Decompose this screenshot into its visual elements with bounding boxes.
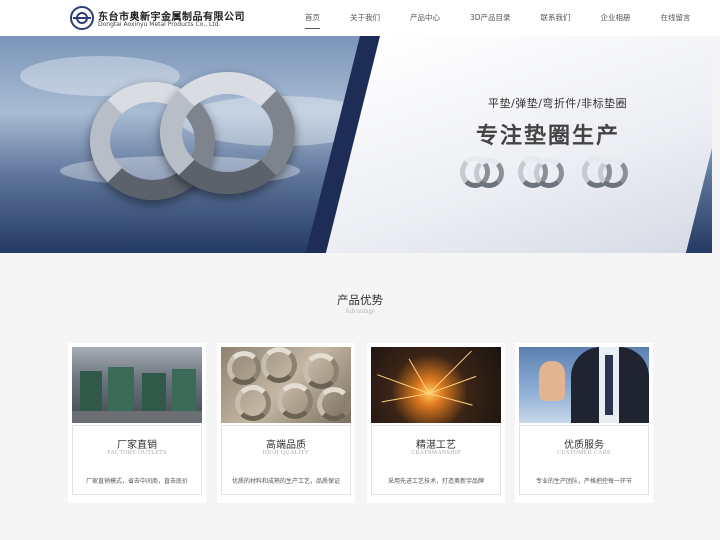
advantage-card-quality[interactable]: 高端品质 HIGH QUALITY 优质的材料和成熟的生产工艺，品质保证 bbox=[217, 343, 355, 503]
card-description: 厂家直销模式，省去中间商，直击底价 bbox=[85, 478, 188, 485]
card-body: 高端品质 HIGH QUALITY 优质的材料和成熟的生产工艺，品质保证 bbox=[221, 425, 351, 495]
card-subtitle: HIGH QUALITY bbox=[262, 450, 310, 456]
section-subtitle: Advantage bbox=[344, 307, 376, 315]
card-body: 精湛工艺 CRAFSMANSHIP 采用先进工艺技术，打造奥新宇品牌 bbox=[371, 425, 501, 495]
card-body: 优质服务 CUSTOMER CARE 专业的生产团队，严格把控每一环节 bbox=[519, 425, 649, 495]
nav-item-album[interactable]: 企业相册 bbox=[586, 0, 646, 36]
card-subtitle: FACTORY OUTLETS bbox=[107, 450, 167, 456]
hero-banner[interactable]: 平垫/弹垫/弯折件/非标垫圈 专注垫圈生产 bbox=[0, 36, 712, 253]
card-subtitle: CUSTOMER CARE bbox=[557, 450, 611, 456]
site-header: 东台市奥新宇金属制品有限公司 Dongtai Aoxinyu Metal Pro… bbox=[0, 0, 720, 36]
section-title: 产品优势 bbox=[337, 293, 383, 307]
company-name-en: Dongtai Aoxinyu Metal Products Co., Ltd. bbox=[98, 21, 221, 28]
metal-washers-image bbox=[221, 347, 351, 423]
advantage-card-factory[interactable]: 厂家直销 FACTORY OUTLETS 厂家直销模式，省去中间商，直击底价 bbox=[68, 343, 206, 503]
company-logo-icon[interactable] bbox=[70, 6, 94, 30]
spring-washer-large-icon bbox=[160, 72, 295, 194]
advantage-card-service[interactable]: 优质服务 CUSTOMER CARE 专业的生产团队，严格把控每一环节 bbox=[515, 343, 653, 503]
card-subtitle: CRAFSMANSHIP bbox=[411, 450, 461, 456]
card-title: 高端品质 bbox=[266, 440, 306, 451]
nav-item-about[interactable]: 关于我们 bbox=[335, 0, 395, 36]
factory-machines-image bbox=[72, 347, 202, 423]
nav-item-contact[interactable]: 联系我们 bbox=[526, 0, 586, 36]
advantage-card-craftsmanship[interactable]: 精湛工艺 CRAFSMANSHIP 采用先进工艺技术，打造奥新宇品牌 bbox=[367, 343, 505, 503]
banner-title: 专注垫圈生产 bbox=[476, 124, 621, 149]
card-title: 厂家直销 bbox=[117, 440, 157, 451]
washer-icon bbox=[598, 158, 628, 188]
nav-item-message[interactable]: 在线留言 bbox=[646, 0, 706, 36]
main-nav: 首页 关于我们 产品中心 3D产品目录 联系我们 企业相册 在线留言 bbox=[290, 0, 706, 36]
card-title: 精湛工艺 bbox=[416, 440, 456, 451]
washer-icon bbox=[534, 158, 564, 188]
banner-subtitle: 平垫/弹垫/弯折件/非标垫圈 bbox=[488, 97, 628, 110]
card-description: 优质的材料和成熟的生产工艺，品质保证 bbox=[231, 478, 340, 485]
card-title: 优质服务 bbox=[564, 440, 604, 451]
washer-icon bbox=[474, 158, 504, 188]
nav-item-products[interactable]: 产品中心 bbox=[395, 0, 455, 36]
nav-item-home[interactable]: 首页 bbox=[290, 0, 335, 36]
welding-sparks-image bbox=[371, 347, 501, 423]
card-description: 采用先进工艺技术，打造奥新宇品牌 bbox=[387, 478, 484, 485]
card-body: 厂家直销 FACTORY OUTLETS 厂家直销模式，省去中间商，直击底价 bbox=[72, 425, 202, 495]
nav-item-3d-catalog[interactable]: 3D产品目录 bbox=[455, 0, 526, 36]
thumbs-up-businessman-image bbox=[519, 347, 649, 423]
card-description: 专业的生产团队，严格把控每一环节 bbox=[535, 478, 632, 485]
